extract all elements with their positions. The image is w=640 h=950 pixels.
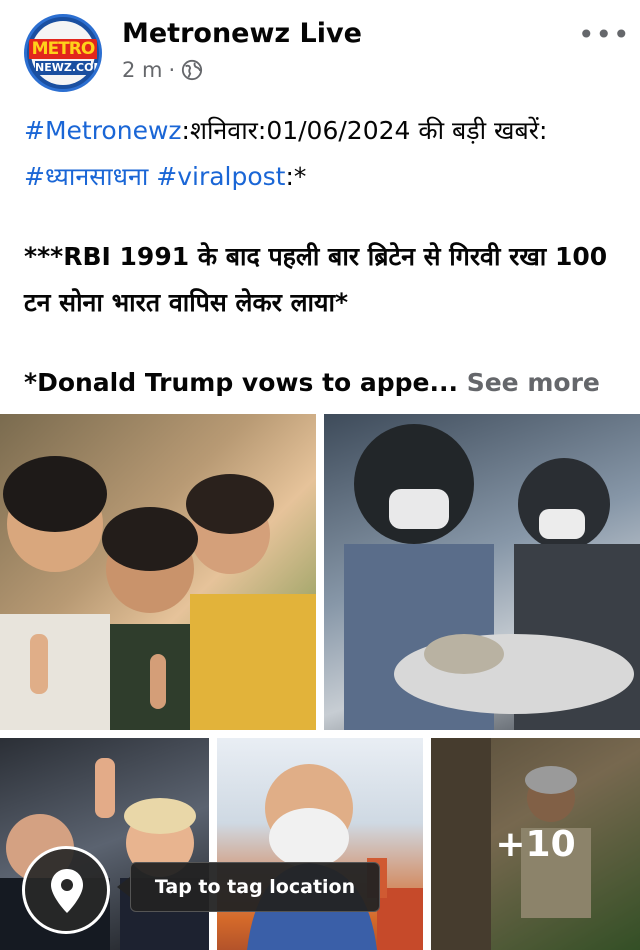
- more-options-icon[interactable]: •••: [578, 18, 631, 51]
- globe-icon: [182, 59, 203, 81]
- post-text: #Metronewz:शनिवार:01/06/2024 की बड़ी खबर…: [24, 108, 620, 406]
- more-photos-count[interactable]: +10: [431, 738, 640, 950]
- photo-more[interactable]: +10: [431, 738, 640, 950]
- post-paragraph-3: *Donald Trump vows to appe... See more: [24, 360, 620, 406]
- post-text-date: :शनिवार:01/06/2024 की बड़ी खबरें:: [181, 116, 548, 145]
- tag-location-tooltip: Tap to tag location: [130, 862, 380, 912]
- post-paragraph-2: ***RBI 1991 के बाद पहली बार ब्रिटेन से ग…: [24, 242, 608, 317]
- photo-modi-image: [247, 764, 423, 950]
- meta-separator: ·: [168, 58, 176, 82]
- photo-voters[interactable]: [0, 414, 316, 730]
- post-text-end: :*: [285, 162, 307, 191]
- tag-location-button[interactable]: [22, 846, 110, 934]
- hashtag-viralpost[interactable]: #viralpost: [156, 162, 285, 191]
- avatar-logo-text: METRO: [29, 39, 97, 59]
- hashtag-metronewz[interactable]: #Metronewz: [24, 116, 182, 145]
- post-paragraph-1: #Metronewz:शनिवार:01/06/2024 की बड़ी खबर…: [24, 108, 620, 200]
- photo-voters-image: [0, 456, 316, 730]
- see-more-link[interactable]: See more: [458, 368, 600, 397]
- post-meta: 2 m ·: [122, 58, 203, 82]
- page-name[interactable]: Metronewz Live: [122, 18, 362, 49]
- photo-modi[interactable]: [217, 738, 423, 950]
- photo-commuters[interactable]: [324, 414, 640, 730]
- location-pin-icon: [51, 869, 83, 913]
- photo-commuters-image: [344, 424, 640, 730]
- page-avatar[interactable]: METRO NEWZ.COM: [24, 14, 102, 92]
- post-header: METRO NEWZ.COM Metronewz Live 2 m · •••: [0, 0, 640, 100]
- avatar-logo-subtext: NEWZ.COM: [35, 61, 102, 75]
- tooltip-arrow: [117, 877, 130, 897]
- truncated-text: *Donald Trump vows to appe...: [24, 368, 459, 397]
- post-time[interactable]: 2 m: [122, 58, 163, 82]
- hashtag-dhyansadhana[interactable]: #ध्यानसाधना: [24, 162, 148, 191]
